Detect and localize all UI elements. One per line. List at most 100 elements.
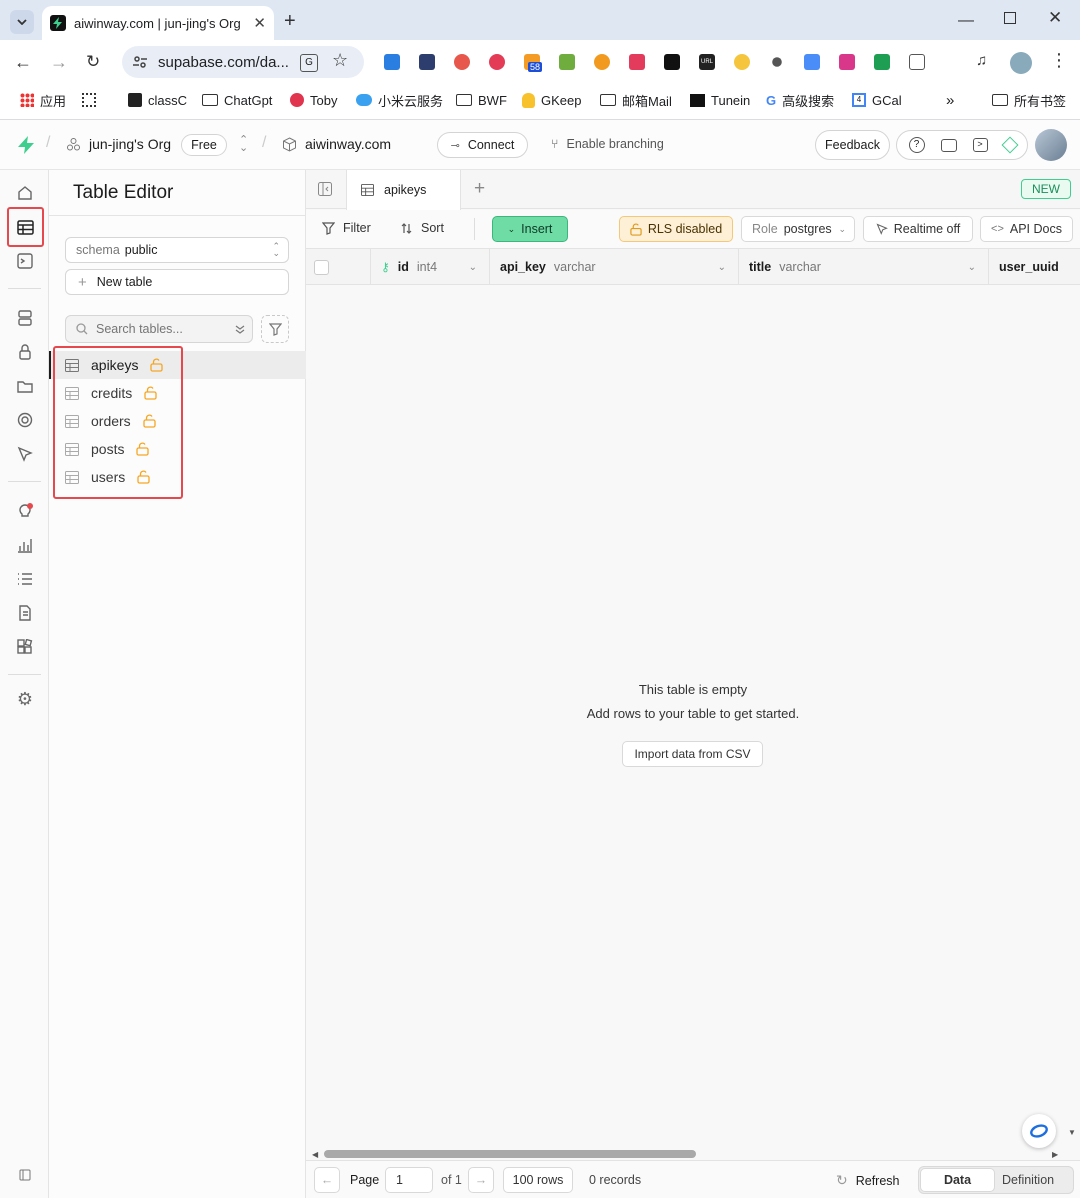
scroll-right-arrow[interactable]: ▶ [1052,1150,1058,1159]
extension-15-icon[interactable] [874,54,890,70]
next-page-button[interactable]: → [468,1167,494,1193]
chevron-down-icon[interactable]: ⌄ [469,262,477,273]
horizontal-scrollbar-thumb[interactable] [324,1150,696,1158]
bookmark-advanced-search[interactable]: G 高级搜索 [766,86,834,114]
filter-button[interactable]: Filter [322,221,371,235]
realtime-cursor-icon[interactable] [14,443,36,465]
supabase-logo-icon[interactable] [16,135,36,155]
extensions-puzzle-icon[interactable] [909,54,925,70]
page-number-input[interactable]: 1 [385,1167,433,1193]
feedback-button[interactable]: Feedback [815,130,890,160]
extension-8-icon[interactable] [629,54,645,70]
bookmark-gcal[interactable]: 4 GCal [852,86,902,114]
integrations-icon[interactable] [14,636,36,658]
refresh-button[interactable]: ↻ Refresh [836,1172,900,1189]
browser-tab[interactable]: aiwinway.com | jun-jing's Org ✕ [42,6,274,40]
import-csv-button[interactable]: Import data from CSV [622,741,763,767]
definition-view-tab[interactable]: Definition [1002,1173,1054,1187]
site-settings-icon[interactable] [132,54,148,70]
bookmark-star-icon[interactable]: ☆ [332,50,348,71]
settings-gear-icon[interactable]: ⚙ [14,688,36,710]
data-view-tab[interactable]: Data [920,1168,995,1192]
bookmark-chatgpt[interactable]: ChatGpt [202,86,272,114]
inbox-icon[interactable] [940,138,957,152]
minimize-button[interactable]: — [958,12,974,30]
all-bookmarks[interactable]: 所有书签 [992,86,1066,114]
media-control-icon[interactable]: ♫ [976,52,987,69]
extension-1-icon[interactable] [384,54,400,70]
bookmark-bwf[interactable]: BWF [456,86,507,114]
org-switcher-icon[interactable]: ⌃ ⌄ [239,135,248,154]
new-tab-button[interactable]: + [284,10,296,33]
column-header-title[interactable]: title varchar ⌄ [739,249,989,285]
help-icon[interactable]: ? [908,137,925,153]
bookmark-classc[interactable]: classC [128,86,187,114]
realtime-toggle-button[interactable]: Realtime off [863,216,973,242]
close-tab-icon[interactable]: ✕ [253,14,266,32]
connect-button[interactable]: ⊸ Connect [437,132,528,158]
column-header-user-uuid[interactable]: user_uuid [989,249,1080,285]
chevron-down-icon[interactable]: ⌄ [968,262,976,273]
assistant-icon[interactable] [1001,136,1018,154]
table-editor-icon[interactable] [14,216,36,238]
column-header-id[interactable]: ⚷ id int4 ⌄ [371,249,490,285]
schema-selector[interactable]: schema public ⌃ ⌄ [65,237,289,263]
prev-page-button[interactable]: ← [314,1167,340,1193]
url-extension-icon[interactable]: URL [699,54,715,70]
rows-per-page-button[interactable]: 100 rows [503,1167,573,1193]
logs-list-icon[interactable] [14,568,36,590]
extension-11-icon[interactable] [734,54,750,70]
extension-6-icon[interactable] [559,54,575,70]
bookmark-gkeep[interactable]: GKeep [522,86,581,114]
extension-12-icon[interactable] [772,57,782,67]
profile-avatar[interactable] [1010,52,1032,74]
search-input[interactable] [96,322,226,336]
enable-branching-button[interactable]: ⑂ Enable branching [551,137,664,151]
chevron-down-icon[interactable]: ⌄ [718,262,726,273]
bookmark-grid[interactable] [82,86,96,114]
reload-icon[interactable]: ↻ [86,52,100,72]
api-docs-button[interactable]: <> API Docs [980,216,1073,242]
add-tab-button[interactable]: + [474,178,485,200]
bookmark-tunein[interactable]: Tunein [690,86,750,114]
scroll-down-arrow[interactable]: ▼ [1068,1128,1076,1137]
filter-tables-button[interactable] [261,315,289,343]
bookmark-xiaomi-cloud[interactable]: 小米云服务 [356,86,443,114]
select-all-checkbox[interactable] [314,259,329,275]
api-docs-page-icon[interactable] [14,602,36,624]
assistant-chat-icon[interactable] [1022,1114,1056,1148]
extension-14-icon[interactable] [839,54,855,70]
sql-editor-icon[interactable] [14,250,36,272]
extension-7-icon[interactable] [594,54,610,70]
insert-button[interactable]: ⌄ Insert [492,216,568,242]
advisors-bulb-icon[interactable] [14,500,36,522]
close-window-button[interactable]: ✕ [1048,8,1062,28]
extension-2-icon[interactable] [419,54,435,70]
org-name[interactable]: jun-jing's Org [89,136,171,152]
bookmarks-overflow-icon[interactable]: » [946,86,954,114]
auth-lock-icon[interactable] [14,341,36,363]
reports-chart-icon[interactable] [14,534,36,556]
bookmark-toby[interactable]: Toby [290,86,337,114]
bookmark-apps[interactable]: 应用 [20,86,66,114]
rls-disabled-button[interactable]: RLS disabled [619,216,733,242]
tab-list-button[interactable] [10,10,34,34]
sort-button[interactable]: Sort [400,221,444,235]
edge-functions-icon[interactable] [14,409,36,431]
extension-4-icon[interactable] [489,54,505,70]
user-avatar[interactable] [1035,129,1067,161]
forward-icon[interactable]: → [50,52,68,73]
database-icon[interactable] [14,307,36,329]
toggle-sidebar-icon[interactable] [318,182,332,196]
chevron-down-icon[interactable] [235,324,245,334]
tab-apikeys[interactable]: apikeys [346,170,461,210]
storage-icon[interactable] [14,375,36,397]
extension-3-icon[interactable] [454,54,470,70]
back-icon[interactable]: ← [14,52,32,73]
search-tables-field[interactable] [65,315,253,343]
translate-icon[interactable]: G [300,54,318,72]
role-selector[interactable]: Role postgres ⌄ [741,216,855,242]
bookmark-mail[interactable]: 邮箱Mail [600,86,672,114]
column-header-api-key[interactable]: api_key varchar ⌄ [490,249,739,285]
home-icon[interactable] [14,182,36,204]
